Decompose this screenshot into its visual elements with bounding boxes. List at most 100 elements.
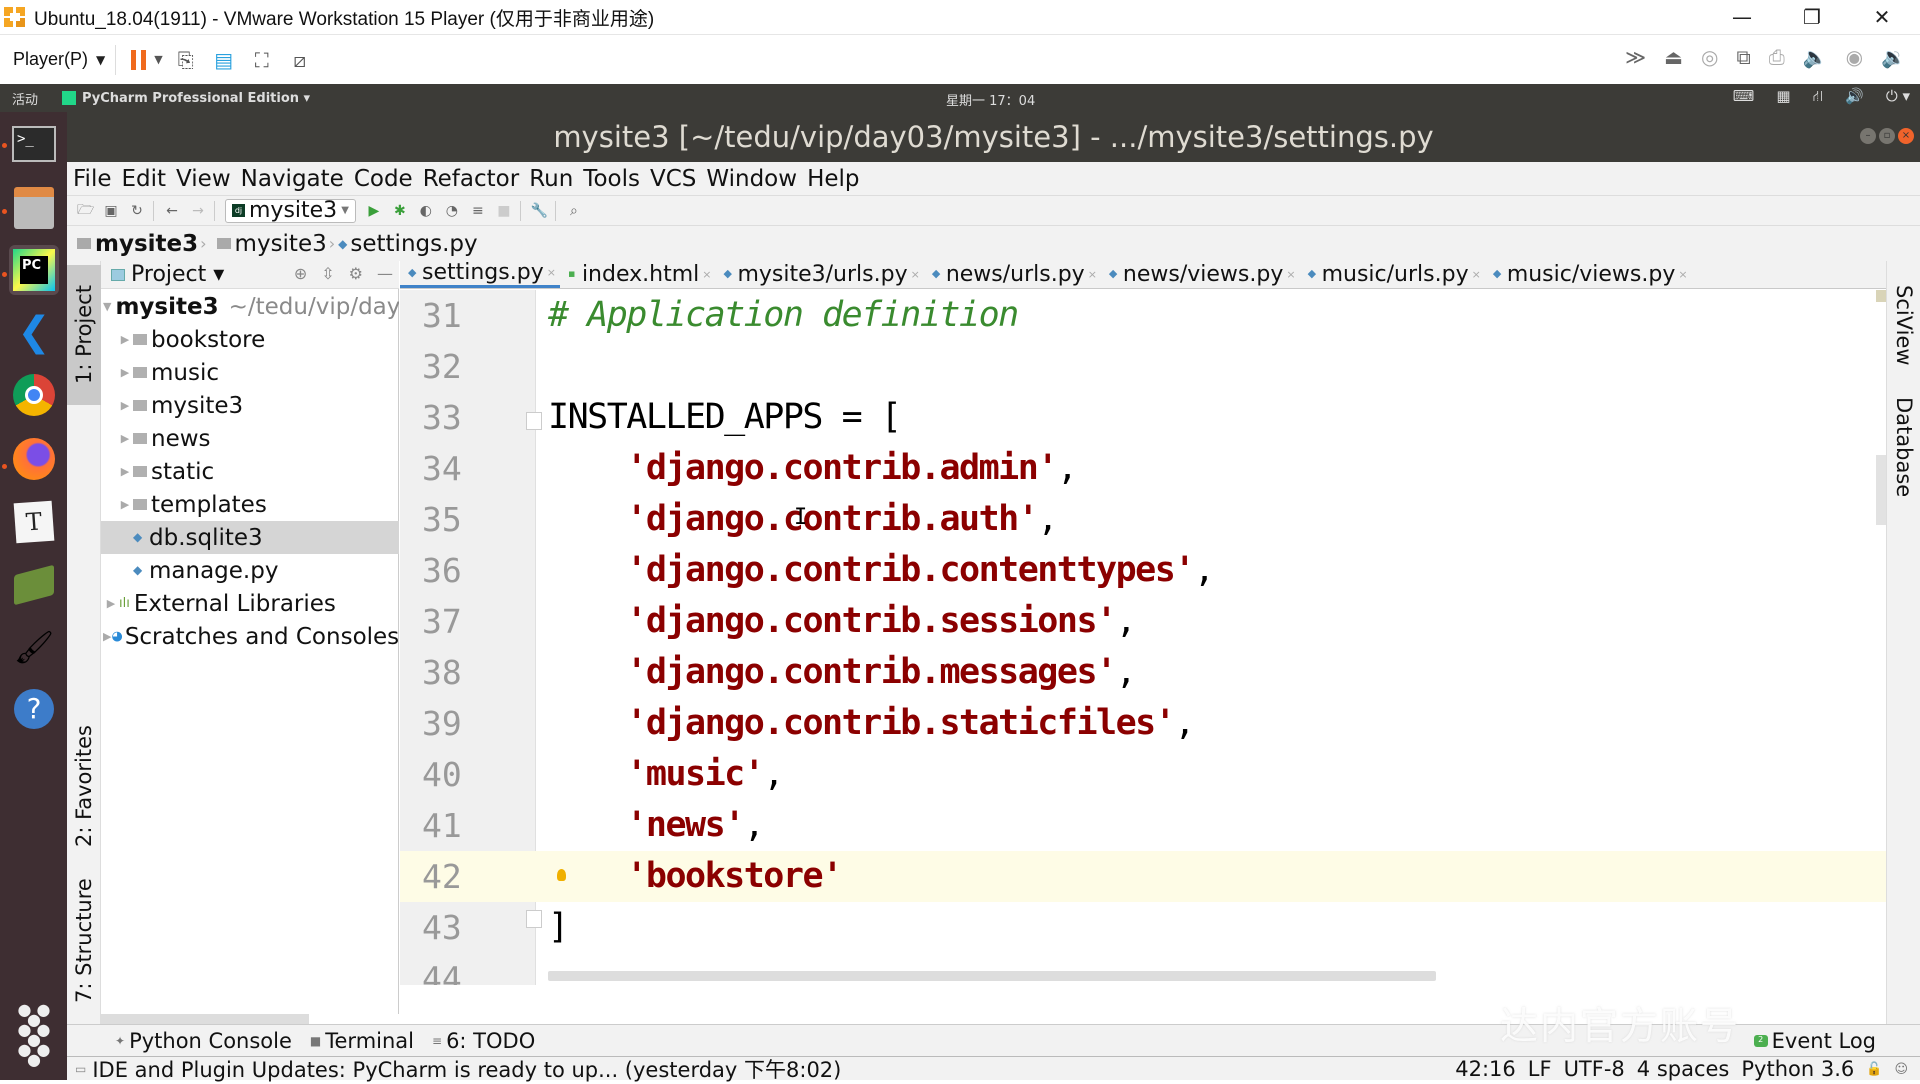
locate-icon[interactable]: ⊕ — [294, 264, 307, 283]
show-applications-icon[interactable]: ● ● ● ● ● ● ● ● ● — [9, 1002, 59, 1068]
todo-tab[interactable]: ≡ 6: TODO — [432, 1029, 535, 1053]
coverage-icon[interactable]: ◐ — [418, 203, 434, 219]
volume-icon[interactable]: 🔊 — [1845, 87, 1864, 107]
tree-scratches[interactable]: ▶ ◕ Scratches and Consoles — [101, 620, 399, 653]
menu-run[interactable]: Run — [529, 166, 573, 192]
expand-arrow-icon[interactable]: ▶ — [117, 498, 133, 511]
pycharm-minimize-button[interactable]: – — [1860, 128, 1876, 144]
error-stripe-marker[interactable] — [1876, 290, 1886, 302]
code-editor[interactable]: 31 # Application definition 32 33 INSTALLED_… — [400, 290, 1886, 985]
tree-item-mysite3[interactable]: ▶ mysite3 — [101, 389, 399, 422]
unity-icon[interactable]: ⧄ — [285, 45, 315, 75]
expand-arrow-icon[interactable]: ▶ — [103, 597, 119, 610]
printer-icon[interactable]: ⎙ — [1769, 45, 1785, 69]
open-folder-icon[interactable]: 🗁 — [77, 199, 94, 223]
tree-external-libraries[interactable]: ▶ ılı External Libraries — [101, 587, 399, 620]
vscode-icon[interactable]: ❮ — [9, 307, 59, 357]
tree-item-music[interactable]: ▶ music — [101, 356, 399, 389]
menu-window[interactable]: Window — [706, 166, 797, 192]
network-adapter-icon[interactable]: ⧉ — [1736, 45, 1750, 69]
close-tab-icon[interactable]: × — [547, 266, 556, 279]
indent-setting[interactable]: 4 spaces — [1637, 1057, 1730, 1081]
tree-item-manage-py[interactable]: ◆ manage.py — [101, 554, 399, 587]
search-icon[interactable]: ⌕ — [566, 203, 582, 219]
tool-tab-structure[interactable]: 7: Structure — [67, 871, 101, 1011]
input-method-icon[interactable]: ⌨ — [1733, 87, 1755, 107]
menu-tools[interactable]: Tools — [583, 166, 640, 192]
pycharm-icon[interactable]: PC — [9, 245, 59, 295]
tree-item-templates[interactable]: ▶ templates — [101, 488, 399, 521]
hide-icon[interactable]: — — [377, 264, 393, 283]
network-icon[interactable]: ⛙ — [1813, 87, 1824, 107]
tab-index-html[interactable]: ▪ index.html × — [560, 260, 716, 288]
code-line[interactable]: 43] — [400, 902, 1886, 953]
tool-tab-database[interactable]: Database — [1887, 387, 1920, 507]
restore-button[interactable]: ❐ — [1782, 0, 1842, 34]
files-icon[interactable] — [9, 183, 59, 233]
tab-music-views-py[interactable]: ◆ music/views.py × — [1485, 260, 1692, 288]
tool-tab-favorites[interactable]: 2: Favorites — [67, 716, 101, 856]
code-line[interactable]: 33 INSTALLED_APPS = [ — [400, 392, 1886, 443]
hector-inspector-icon[interactable]: ☺ — [1894, 1062, 1908, 1077]
settings-wrench-icon[interactable]: 🔧 — [531, 203, 548, 219]
editor-vertical-scrollbar[interactable] — [1876, 455, 1886, 525]
fold-marker-icon[interactable] — [526, 910, 542, 928]
code-line[interactable]: 31 # Application definition — [400, 290, 1886, 341]
expand-arrow-icon[interactable]: ▶ — [117, 432, 133, 445]
app-menu[interactable]: PyCharm Professional Edition ▾ — [62, 91, 310, 106]
file-encoding[interactable]: UTF-8 — [1564, 1057, 1625, 1081]
close-button[interactable]: ✕ — [1852, 0, 1912, 34]
back-icon[interactable]: ← — [164, 203, 180, 219]
expand-arrow-icon[interactable]: ▶ — [117, 366, 133, 379]
tool-tab-sciview[interactable]: SciView — [1887, 275, 1920, 375]
collapse-all-icon[interactable]: ⇳ — [321, 264, 334, 283]
sound-card-icon[interactable]: 🔈 — [1803, 45, 1828, 69]
code-line[interactable]: 39 'django.contrib.staticfiles', — [400, 698, 1886, 749]
menu-vcs[interactable]: VCS — [650, 166, 696, 192]
tab-mysite3-urls-py[interactable]: ◆ mysite3/urls.py × — [715, 260, 923, 288]
sync-icon[interactable]: ↻ — [129, 203, 145, 219]
stop-icon[interactable]: ■ — [496, 203, 512, 219]
expand-arrow-icon[interactable]: ▶ — [117, 333, 133, 346]
close-tab-icon[interactable]: × — [1472, 268, 1481, 281]
player-menu[interactable]: Player(P) — [13, 49, 88, 70]
expand-arrow-icon[interactable]: ▶ — [117, 399, 133, 412]
project-view-selector[interactable]: Project ▾ — [131, 262, 224, 287]
tree-root[interactable]: ▼ mysite3 ~/tedu/vip/day03 — [101, 290, 399, 323]
menu-file[interactable]: File — [73, 166, 112, 192]
menu-refactor[interactable]: Refactor — [423, 166, 519, 192]
event-log-button[interactable]: 2 Event Log — [1753, 1029, 1876, 1053]
menu-edit[interactable]: Edit — [122, 166, 167, 192]
tree-item-news[interactable]: ▶ news — [101, 422, 399, 455]
power-icon[interactable]: ⏻ ▾ — [1886, 87, 1910, 107]
caret-position[interactable]: 42:16 — [1455, 1057, 1516, 1081]
help-icon[interactable]: ? — [9, 684, 59, 734]
activities-button[interactable]: 活动 — [12, 89, 62, 108]
close-tab-icon[interactable]: × — [1088, 268, 1097, 281]
paint-icon[interactable]: 🖌 — [9, 622, 59, 672]
minimize-button[interactable]: — — [1712, 0, 1772, 34]
intention-bulb-icon[interactable] — [557, 869, 566, 881]
code-line[interactable]: 34 'django.contrib.admin', — [400, 443, 1886, 494]
terminal-icon[interactable]: >_ — [9, 119, 59, 169]
close-tab-icon[interactable]: × — [911, 268, 920, 281]
code-line[interactable]: 37 'django.contrib.sessions', — [400, 596, 1886, 647]
close-tab-icon[interactable]: × — [1678, 268, 1687, 281]
forward-icon[interactable]: → — [190, 203, 206, 219]
menu-navigate[interactable]: Navigate — [241, 166, 344, 192]
tree-item-static[interactable]: ▶ static — [101, 455, 399, 488]
breadcrumb-item[interactable]: mysite3 — [235, 231, 327, 257]
breadcrumb-item[interactable]: mysite3 — [95, 231, 198, 257]
more-icon[interactable]: ≫ — [1625, 45, 1646, 69]
pause-icon[interactable] — [124, 45, 154, 75]
close-tab-icon[interactable]: × — [1286, 268, 1295, 281]
pycharm-close-button[interactable]: × — [1898, 128, 1914, 144]
line-separator[interactable]: LF — [1528, 1057, 1552, 1081]
tab-settings-py[interactable]: ◆ settings.py × — [400, 260, 560, 288]
typora-icon[interactable]: T — [9, 497, 59, 547]
run-icon[interactable]: ▶ — [366, 203, 382, 219]
code-line[interactable]: 35 'django.contrib.auth', — [400, 494, 1886, 545]
expand-arrow-icon[interactable]: ▶ — [103, 630, 111, 643]
send-ctrl-alt-del-icon[interactable]: ⎘ — [171, 45, 201, 75]
code-line[interactable]: 41 'news', — [400, 800, 1886, 851]
